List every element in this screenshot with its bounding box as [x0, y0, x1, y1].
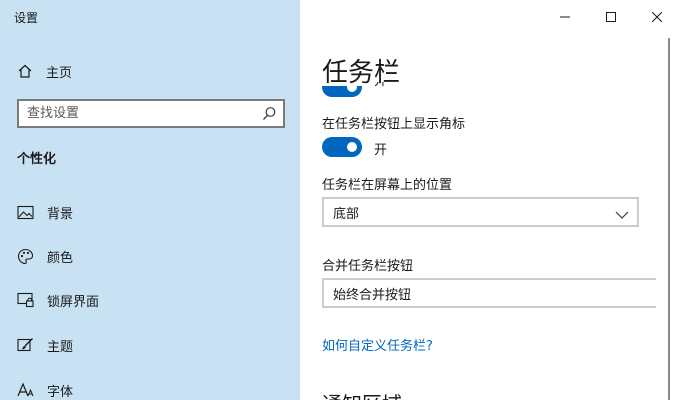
window-controls: [542, 0, 680, 32]
search-box[interactable]: [17, 99, 285, 128]
lock-screen-icon: [16, 291, 34, 309]
brush-icon: [16, 336, 34, 354]
sidebar-item-themes[interactable]: 主题: [16, 334, 73, 356]
sidebar-item-colors[interactable]: 颜色: [16, 245, 73, 267]
taskbar-position-dropdown[interactable]: 底部: [322, 197, 639, 227]
search-icon[interactable]: [262, 106, 277, 125]
close-button[interactable]: [634, 0, 680, 32]
search-input[interactable]: [19, 101, 249, 126]
minimize-icon: [560, 7, 570, 26]
corner-badges-label: 在任务栏按钮上显示角标: [322, 117, 466, 132]
content-pane: 任务栏 开 在任务栏按钮上显示角标 开 任务栏在屏幕上的位置 底部 合并任务栏按…: [300, 0, 680, 400]
dropdown-value: 底部: [333, 206, 360, 222]
notification-area-heading: 通知区域: [322, 388, 402, 400]
sidebar-item-background[interactable]: 背景: [16, 201, 73, 223]
minimize-button[interactable]: [542, 0, 588, 32]
picture-icon: [16, 203, 34, 221]
sidebar-item-label: 主题: [47, 339, 74, 355]
combine-buttons-dropdown[interactable]: 始终合并按钮: [322, 278, 656, 308]
customize-taskbar-help-link[interactable]: 如何自定义任务栏?: [322, 335, 433, 354]
toggle-state-label-partial: 开: [374, 82, 387, 92]
toggle-switch-partial[interactable]: [322, 86, 362, 98]
sidebar-item-lock-screen[interactable]: 锁屏界面: [16, 289, 99, 311]
home-icon: [16, 62, 34, 80]
chevron-down-icon: [615, 206, 629, 225]
sidebar-item-label: 锁屏界面: [47, 294, 100, 310]
sidebar-item-home[interactable]: 主页: [16, 60, 72, 82]
sidebar-item-label: 背景: [47, 206, 74, 222]
sidebar: 设置 主页 个性化 背景 颜色 锁屏界面 主题: [0, 0, 300, 400]
sidebar-item-fonts[interactable]: 字体: [16, 379, 73, 400]
maximize-button[interactable]: [588, 0, 634, 32]
scrollbar[interactable]: [668, 38, 670, 400]
palette-icon: [16, 247, 34, 265]
corner-badges-toggle[interactable]: [322, 137, 362, 157]
dropdown-value: 始终合并按钮: [333, 287, 412, 303]
page-title: 任务栏: [322, 58, 401, 88]
toggle-knob: [347, 142, 357, 152]
app-title: 设置: [14, 11, 39, 25]
taskbar-position-label: 任务栏在屏幕上的位置: [322, 178, 453, 193]
combine-buttons-label: 合并任务栏按钮: [322, 259, 414, 274]
maximize-icon: [606, 7, 616, 26]
sidebar-item-label: 字体: [47, 384, 74, 400]
section-heading: 个性化: [17, 152, 57, 167]
close-icon: [651, 7, 663, 26]
sidebar-item-label: 颜色: [47, 250, 74, 266]
font-icon: [16, 381, 34, 399]
corner-badges-state: 开: [374, 143, 388, 158]
sidebar-item-label: 主页: [46, 65, 73, 81]
